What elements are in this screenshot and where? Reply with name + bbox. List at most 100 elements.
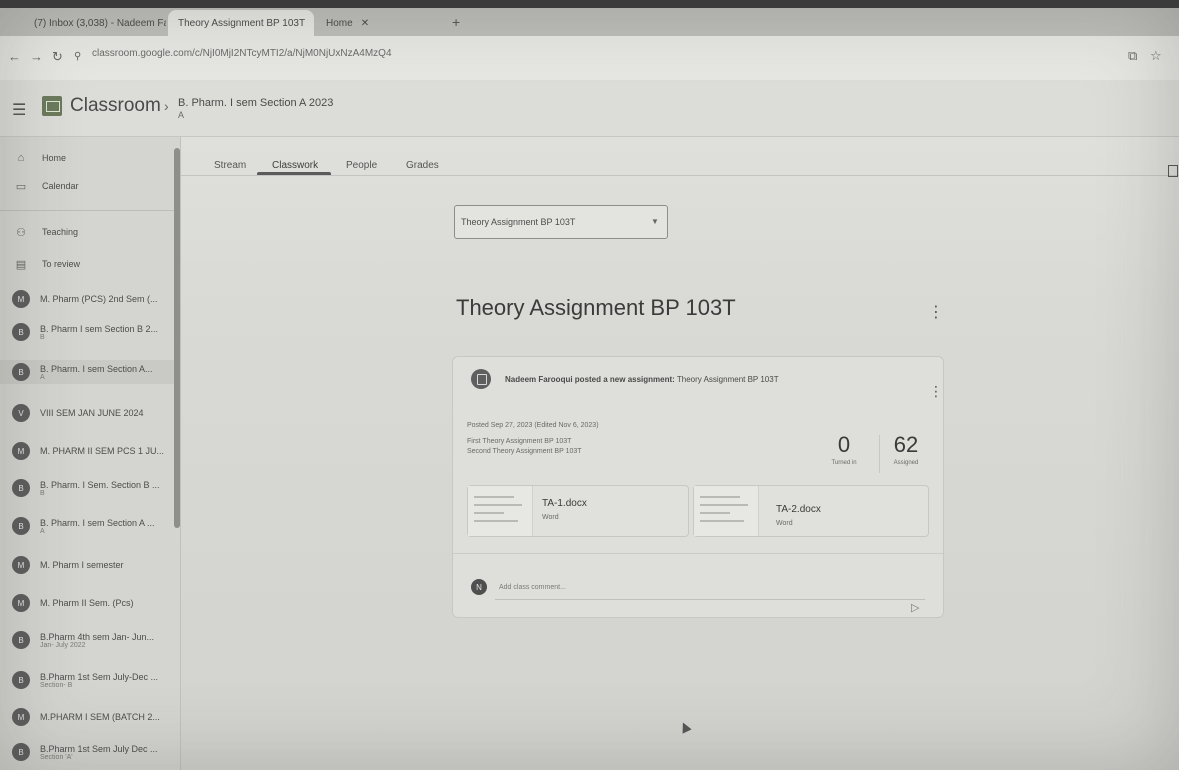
sidebar-class-item[interactable]: B B.Pharm 1st Sem July-Dec ... Section- B [0, 668, 174, 692]
sidebar-item-to-review[interactable]: ▤ To review [0, 256, 174, 272]
sidebar-item-label: To review [42, 259, 81, 269]
mouse-cursor-icon [678, 720, 692, 734]
class-name: M. PHARM II SEM PCS 1 JU... [40, 446, 165, 456]
class-avatar: B [12, 743, 30, 761]
class-avatar: M [12, 290, 30, 308]
sidebar-class-item[interactable]: B B. Pharm. I Sem. Section B ... B [0, 476, 174, 500]
calendar-icon[interactable] [1168, 165, 1178, 177]
topic-filter-dropdown[interactable]: Theory Assignment BP 103T ▼ [454, 205, 668, 239]
more-vert-icon[interactable]: ⋮ [929, 383, 943, 400]
class-avatar: B [12, 671, 30, 689]
home-icon: ⌂ [17, 152, 25, 164]
tabs-divider [181, 175, 1179, 176]
sidebar-class-item[interactable]: B B.Pharm 1st Sem July Dec ... Section 'A… [0, 740, 174, 764]
class-avatar: B [12, 363, 30, 381]
assigned-stat[interactable]: 62 Assigned [881, 432, 931, 466]
card-divider [453, 553, 943, 554]
class-section: B [40, 489, 45, 497]
more-vert-icon[interactable]: ⋮ [928, 302, 944, 322]
tab-classwork[interactable]: Classwork [272, 160, 318, 171]
sidebar-class-item[interactable]: V VIII SEM JAN JUNE 2024 [0, 402, 174, 424]
address-bar: ← → ↻ ⚲ classroom.google.com/c/NjI0MjI2N… [0, 36, 1179, 80]
sidebar-class-item[interactable]: M M. Pharm II Sem. (Pcs) [0, 592, 174, 614]
assignment-description: First Theory Assignment BP 103T Second T… [467, 437, 582, 457]
url-field[interactable]: classroom.google.com/c/NjI0MjI2NTcyMTI2/… [92, 48, 392, 59]
user-avatar: N [471, 579, 487, 595]
class-name: M. Pharm I semester [40, 560, 124, 570]
class-name: M. Pharm (PCS) 2nd Sem (... [40, 294, 158, 304]
class-avatar: B [12, 517, 30, 535]
back-icon[interactable]: ← [8, 49, 21, 64]
class-avatar: B [12, 479, 30, 497]
breadcrumb-section: A [178, 110, 185, 120]
description-line: First Theory Assignment BP 103T [467, 438, 572, 445]
tab-people[interactable]: People [346, 160, 377, 171]
tab-grades[interactable]: Grades [406, 160, 439, 171]
turned-in-stat[interactable]: 0 Turned in [819, 432, 869, 466]
sidebar-item-label: Teaching [42, 227, 79, 237]
new-tab-button[interactable]: + [452, 14, 460, 30]
sidebar-class-item[interactable]: B B. Pharm I sem Section B 2... B [0, 320, 174, 344]
class-name: B. Pharm. I sem Section A... [40, 363, 153, 374]
attachment-type: Word [776, 520, 793, 527]
class-section: Section 'A' [40, 753, 73, 761]
forward-icon[interactable]: → [30, 49, 43, 64]
stat-divider [879, 435, 880, 473]
breadcrumb-class[interactable]: B. Pharm. I sem Section A 2023 [178, 97, 333, 109]
assignment-card[interactable]: Nadeem Farooqui posted a new assignment:… [452, 356, 944, 618]
browser-tab-inbox[interactable]: (7) Inbox (3,038) - Nadeem Farooqui ✕ [24, 10, 166, 36]
screen-photo: (7) Inbox (3,038) - Nadeem Farooqui ✕ Th… [0, 0, 1179, 770]
browser-tab-home[interactable]: Home ✕ [316, 10, 446, 36]
sidebar-item-home[interactable]: ⌂ Home [0, 150, 174, 166]
sidebar-class-item-selected[interactable]: B B. Pharm. I sem Section A... A [0, 360, 174, 384]
class-avatar: B [12, 323, 30, 341]
class-avatar: M [12, 556, 30, 574]
attachment-type: Word [542, 514, 559, 521]
sidebar-class-item[interactable]: M M. PHARM II SEM PCS 1 JU... [0, 440, 174, 462]
site-info-icon[interactable]: ⚲ [74, 51, 81, 62]
screenshot-icon[interactable]: ⧉ [1128, 48, 1137, 64]
document-thumbnail [468, 486, 533, 536]
class-avatar: B [12, 631, 30, 649]
posted-date: Posted Sep 27, 2023 (Edited Nov 6, 2023) [467, 422, 599, 429]
sidebar-scrollbar[interactable] [174, 148, 180, 528]
sidebar-class-item[interactable]: M M. Pharm I semester [0, 554, 174, 576]
classroom-logo-icon[interactable] [42, 96, 62, 116]
class-avatar: M [12, 594, 30, 612]
assignment-title[interactable]: Nadeem Farooqui posted a new assignment:… [505, 375, 779, 384]
sidebar-item-teaching[interactable]: ⚇ Teaching [0, 224, 174, 240]
class-name: M.PHARM I SEM (BATCH 2... [40, 712, 160, 722]
class-section: B [40, 333, 45, 341]
sidebar-class-item[interactable]: B B. Pharm. I sem Section A ... A [0, 514, 174, 538]
tab-stream[interactable]: Stream [214, 160, 246, 171]
sidebar-class-item[interactable]: B B.Pharm 4th sem Jan- Jun... Jan- July 2… [0, 628, 174, 652]
class-section: A [40, 527, 45, 535]
class-name: B. Pharm I sem Section B 2... [40, 323, 159, 334]
chevron-right-icon: › [164, 98, 169, 114]
people-icon: ⚇ [16, 226, 26, 239]
browser-tab-label: Theory Assignment BP 103T [178, 17, 306, 29]
reload-icon[interactable]: ↻ [52, 49, 63, 65]
app-title[interactable]: Classroom [70, 95, 161, 117]
class-name: M. Pharm II Sem. (Pcs) [40, 598, 134, 608]
attachment-ta2[interactable]: TA-2.docx Word [693, 485, 929, 537]
browser-tab-strip: (7) Inbox (3,038) - Nadeem Farooqui ✕ Th… [0, 0, 1179, 36]
class-name: B.Pharm 1st Sem July-Dec ... [40, 671, 159, 682]
close-icon[interactable]: ✕ [313, 18, 314, 29]
assignment-author: Nadeem Farooqui posted a new assignment: [505, 375, 675, 384]
main-menu-icon[interactable]: ☰ [12, 100, 26, 120]
assigned-count: 62 [893, 432, 919, 457]
bookmark-star-icon[interactable]: ☆ [1150, 48, 1162, 64]
sidebar-item-calendar[interactable]: ▭ Calendar [0, 178, 174, 194]
sidebar-class-item[interactable]: M M.PHARM I SEM (BATCH 2... [0, 706, 174, 728]
class-avatar: M [12, 708, 30, 726]
attachment-ta1[interactable]: TA-1.docx Word [467, 485, 689, 537]
send-icon[interactable]: ▷ [911, 601, 919, 614]
browser-tab-assignment[interactable]: Theory Assignment BP 103T ✕ [168, 10, 314, 36]
class-name: B.Pharm 4th sem Jan- Jun... [40, 631, 155, 642]
assigned-label: Assigned [893, 460, 919, 466]
sidebar-class-item[interactable]: M M. Pharm (PCS) 2nd Sem (... [0, 288, 174, 310]
attachment-name: TA-2.docx [776, 504, 821, 515]
close-icon[interactable]: ✕ [361, 18, 369, 29]
class-comment-input[interactable]: Add class comment... [495, 581, 925, 600]
